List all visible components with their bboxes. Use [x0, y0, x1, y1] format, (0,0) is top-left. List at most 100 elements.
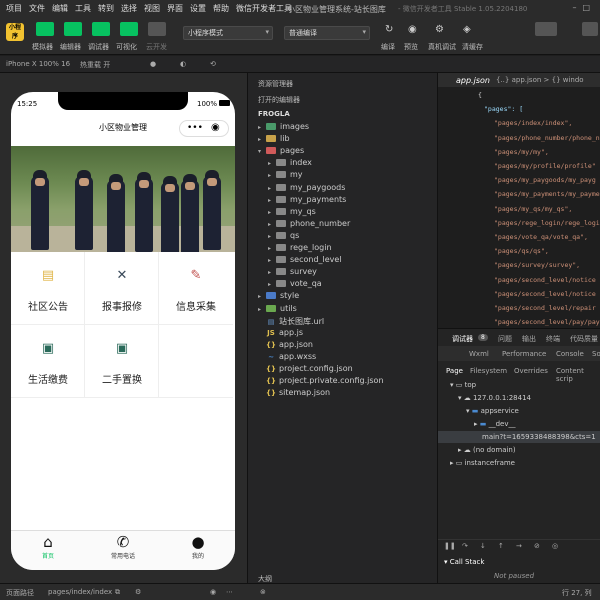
- step-into-icon[interactable]: ↓: [480, 542, 486, 550]
- step-over-icon[interactable]: ↷: [462, 542, 468, 550]
- page-path[interactable]: pages/index/index: [48, 588, 112, 596]
- tree-folder[interactable]: ▾ pages: [258, 146, 304, 158]
- tree-folder[interactable]: ▸ style: [258, 291, 299, 303]
- devtools-tab-terminal[interactable]: 终端: [546, 334, 560, 344]
- frame-dev[interactable]: ▸ ▬ __dev__: [474, 420, 516, 428]
- menu-item-goto[interactable]: 转到: [98, 3, 114, 14]
- volume-icon[interactable]: ◐: [180, 60, 186, 68]
- tree-file[interactable]: {} app.json: [258, 340, 313, 352]
- panel-tab-console[interactable]: Console: [556, 350, 584, 358]
- tree-file[interactable]: {} project.private.config.json: [258, 376, 384, 388]
- tree-file[interactable]: JS app.js: [258, 328, 303, 340]
- cloud-dev-button[interactable]: [148, 22, 166, 36]
- deactivate-breakpoints-icon[interactable]: ⊘: [534, 542, 540, 550]
- subtab-overrides[interactable]: Overrides: [514, 367, 548, 375]
- tree-folder[interactable]: ▸ rege_login: [268, 243, 332, 255]
- tree-folder[interactable]: ▸ phone_number: [268, 219, 350, 231]
- menu-item-help[interactable]: 帮助: [213, 3, 229, 14]
- tree-folder[interactable]: ▸ my_paygoods: [268, 183, 345, 195]
- panel-tab-wxml[interactable]: Wxml: [469, 350, 489, 358]
- tab-mine[interactable]: ● 我的: [161, 533, 235, 560]
- window-controls[interactable]: –□: [572, 3, 596, 12]
- tree-folder[interactable]: ▸ second_level: [268, 255, 342, 267]
- tree-file[interactable]: ▤ 站长图库.url: [258, 316, 324, 328]
- frame-no-domain[interactable]: ▸ ☁ (no domain): [458, 446, 516, 454]
- devtools-tab-quality[interactable]: 代码质量: [570, 334, 598, 344]
- tree-folder[interactable]: ▸ utils: [258, 304, 297, 316]
- subtab-page[interactable]: Page: [446, 367, 463, 375]
- editor-tab-app-json[interactable]: app.json: [456, 76, 490, 85]
- menu-item-settings[interactable]: 设置: [190, 3, 206, 14]
- tree-folder[interactable]: ▸ survey: [268, 267, 317, 279]
- menu-item-wechat-devtools[interactable]: 微信开发者工具: [236, 3, 292, 14]
- menu-capsule[interactable]: ••• ◉: [179, 120, 229, 137]
- visual-toggle-button[interactable]: [120, 22, 138, 36]
- details-button[interactable]: [582, 22, 598, 36]
- tab-phone[interactable]: ✆ 常用电话: [86, 533, 160, 560]
- tree-file[interactable]: ~ app.wxss: [258, 352, 316, 364]
- pause-icon[interactable]: ❚❚: [444, 542, 456, 550]
- copy-icon[interactable]: ⧉: [115, 588, 120, 597]
- editor-toggle-button[interactable]: [64, 22, 82, 36]
- grid-item-repair[interactable]: ✕ 报事报修: [85, 252, 159, 325]
- frame-appservice[interactable]: ▾ ▬ appservice: [466, 407, 519, 415]
- clearcache-icon[interactable]: ◈: [463, 24, 471, 35]
- tree-folder[interactable]: ▸ lib: [258, 134, 290, 146]
- tab-home[interactable]: ⌂ 首页: [11, 533, 85, 560]
- menu-item-view[interactable]: 视图: [144, 3, 160, 14]
- pause-exceptions-icon[interactable]: ◎: [552, 542, 558, 550]
- error-icon[interactable]: ⊗: [260, 588, 266, 596]
- step-icon[interactable]: →: [516, 542, 522, 550]
- menu-item-interface[interactable]: 界面: [167, 3, 183, 14]
- panel-tab-sources[interactable]: So: [592, 350, 600, 358]
- open-editors-section[interactable]: 打开的编辑器: [258, 95, 300, 105]
- tree-file[interactable]: {} project.config.json: [258, 364, 353, 376]
- page-settings-icon[interactable]: ⚙: [135, 588, 141, 596]
- grid-item-info[interactable]: ✎ 信息采集: [159, 252, 233, 325]
- frame-instance[interactable]: ▸ ▭ instanceframe: [450, 459, 515, 467]
- mode-select[interactable]: 小程序模式 ▾: [183, 26, 273, 40]
- more-icon[interactable]: •••: [187, 123, 203, 133]
- menu-item-project[interactable]: 项目: [6, 3, 22, 14]
- frame-main[interactable]: main?t=1659338488398&cts=1: [482, 433, 596, 441]
- frame-top[interactable]: ▾ ▭ top: [450, 381, 476, 389]
- device-select[interactable]: iPhone X 100% 16: [6, 60, 70, 68]
- compile-select[interactable]: 普通编译 ▾: [284, 26, 370, 40]
- devtools-tab-debugger[interactable]: 调试器: [452, 334, 473, 344]
- tree-file[interactable]: {} sitemap.json: [258, 388, 330, 400]
- devtools-tab-output[interactable]: 输出: [522, 334, 536, 344]
- grid-item-payment[interactable]: ▣ 生活缴费: [11, 325, 85, 398]
- tree-folder[interactable]: ▸ index: [268, 158, 312, 170]
- debugger-toggle-button[interactable]: [92, 22, 110, 36]
- grid-item-exchange[interactable]: ▣ 二手置换: [85, 325, 159, 398]
- frame-origin[interactable]: ▾ ☁ 127.0.0.1:28414: [458, 394, 531, 402]
- tree-folder[interactable]: ▸ vote_qa: [268, 279, 322, 291]
- tree-folder[interactable]: ▸ my_qs: [268, 207, 316, 219]
- grid-item-notice[interactable]: ▤ 社区公告: [11, 252, 85, 325]
- panel-tab-performance[interactable]: Performance: [502, 350, 546, 358]
- menu-item-select[interactable]: 选择: [121, 3, 137, 14]
- project-root[interactable]: FROGLA: [258, 110, 290, 118]
- preview-icon[interactable]: ◉: [408, 24, 417, 35]
- visibility-icon[interactable]: ◉: [210, 588, 216, 596]
- menu-item-edit[interactable]: 编辑: [52, 3, 68, 14]
- menu-item-tools[interactable]: 工具: [75, 3, 91, 14]
- record-icon[interactable]: ●: [150, 60, 156, 68]
- subtab-filesystem[interactable]: Filesystem: [470, 367, 507, 375]
- devtools-tab-issues[interactable]: 问题: [498, 334, 512, 344]
- subtab-content-scripts[interactable]: Content scrip: [556, 367, 600, 383]
- more-icon[interactable]: ⋯: [226, 588, 233, 596]
- simulator-toggle-button[interactable]: [36, 22, 54, 36]
- tree-folder[interactable]: ▸ my_payments: [268, 195, 346, 207]
- hotreload-toggle[interactable]: 热重载 开: [80, 60, 110, 70]
- menu-item-file[interactable]: 文件: [29, 3, 45, 14]
- realdevice-icon[interactable]: ⚙: [435, 24, 444, 35]
- version-button[interactable]: [535, 22, 557, 36]
- step-out-icon[interactable]: ↑: [498, 542, 504, 550]
- close-icon[interactable]: ◉: [211, 122, 220, 133]
- tree-folder[interactable]: ▸ images: [258, 122, 309, 134]
- refresh-icon[interactable]: ↻: [385, 24, 393, 35]
- tree-folder[interactable]: ▸ my: [268, 170, 303, 182]
- tree-folder[interactable]: ▸ qs: [268, 231, 299, 243]
- call-stack-header[interactable]: ▾ Call Stack: [444, 558, 484, 566]
